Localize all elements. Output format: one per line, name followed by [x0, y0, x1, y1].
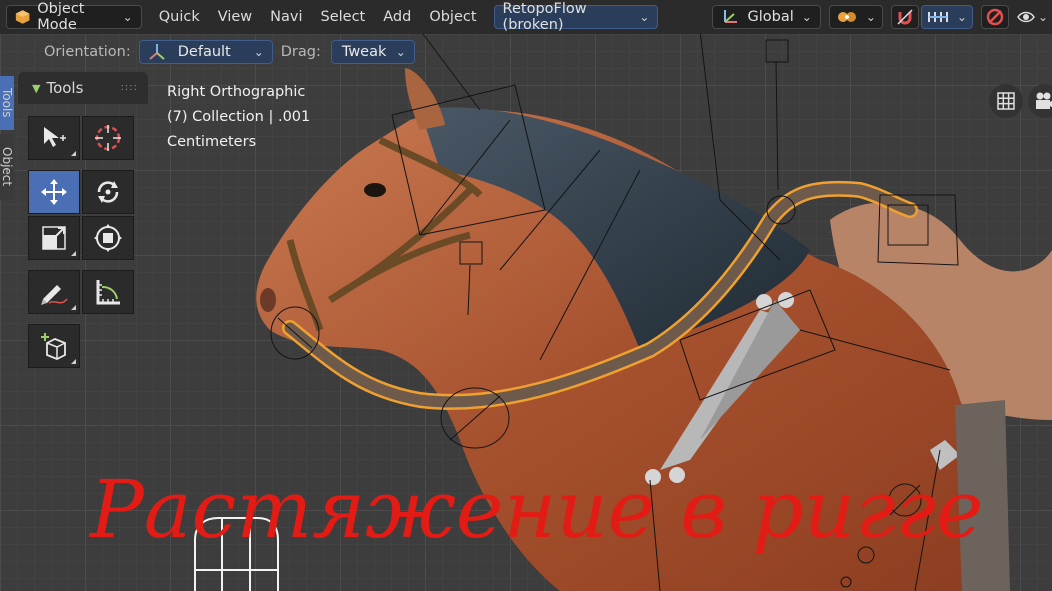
toolbar-header[interactable]: ▼ Tools ::::	[18, 72, 148, 104]
orientation-label: Orientation:	[44, 44, 131, 60]
tab-tools[interactable]: Tools	[0, 76, 14, 130]
viewport-header: Object Mode ⌄ Quick View Navi Select Add…	[0, 0, 1052, 34]
chevron-down-icon: ⌄	[122, 10, 133, 24]
snap-increment-icon	[927, 12, 948, 22]
mode-dropdown[interactable]: Object Mode ⌄	[6, 1, 142, 33]
chevron-down-icon: ⌄	[956, 10, 967, 24]
snap-element-dropdown[interactable]: ⌄	[920, 5, 973, 29]
scale-tool[interactable]	[28, 216, 80, 260]
tool-settings-bar: Orientation: Default ⌄ Drag: Tweak ⌄	[0, 38, 415, 66]
mode-label: Object Mode	[37, 1, 85, 33]
proportional-editing-toggle[interactable]	[980, 5, 1009, 29]
select-box-tool[interactable]	[28, 116, 80, 160]
orientation-value: Default	[177, 44, 231, 60]
collection-info: (7) Collection | .001	[167, 109, 311, 125]
transform-orientation-label: Global	[747, 9, 794, 25]
3d-cursor-icon	[95, 125, 121, 151]
collapse-triangle-icon: ▼	[32, 81, 41, 95]
transform-icon	[94, 224, 122, 252]
rotate-tool[interactable]	[82, 170, 134, 214]
chevron-down-icon: ⌄	[865, 10, 876, 24]
chevron-down-icon: ⌄	[253, 45, 264, 59]
toggle-grid-button[interactable]	[989, 84, 1023, 118]
cursor-tool[interactable]	[82, 116, 134, 160]
menu-view[interactable]: View	[209, 9, 261, 25]
view-name: Right Orthographic	[167, 84, 306, 100]
drag-value: Tweak	[341, 44, 387, 60]
toolbar-title: Tools	[46, 79, 84, 97]
orientation-axes-icon	[149, 44, 165, 60]
chevron-down-icon: ⌄	[395, 45, 406, 59]
tool-options-indicator	[71, 359, 76, 364]
menu-quick[interactable]: Quick	[150, 9, 209, 25]
menu-navi[interactable]: Navi	[261, 9, 311, 25]
orientation-dropdown[interactable]: Default ⌄	[138, 40, 273, 64]
menu-select[interactable]: Select	[312, 9, 375, 25]
rotate-icon	[97, 181, 119, 203]
drag-grip-icon: ::::	[120, 82, 138, 93]
visibility-dropdown[interactable]: ⌄	[1013, 5, 1052, 29]
drag-label: Drag:	[280, 44, 321, 60]
add-cube-icon	[41, 333, 66, 360]
grid-icon	[997, 92, 1015, 110]
ruler-icon	[96, 280, 120, 305]
pivot-point-dropdown[interactable]: ⌄	[828, 5, 883, 29]
pencil-icon	[41, 285, 68, 305]
units-info: Centimeters	[167, 134, 257, 150]
transform-orientation-dropdown[interactable]: Global ⌄	[712, 5, 821, 29]
move-tool[interactable]	[28, 170, 80, 214]
snap-toggle[interactable]	[890, 5, 919, 29]
cursor-select-icon	[44, 127, 66, 147]
menu-add[interactable]: Add	[374, 9, 420, 25]
proportional-editing-icon	[986, 8, 1004, 26]
tab-object[interactable]: Object	[0, 134, 14, 200]
chevron-down-icon: ⌄	[801, 10, 812, 24]
measure-tool[interactable]	[82, 270, 134, 314]
tool-options-indicator	[71, 305, 76, 310]
tool-options-indicator	[71, 151, 76, 156]
object-mode-icon	[15, 10, 30, 24]
transform-tool[interactable]	[82, 216, 134, 260]
add-cube-tool[interactable]	[28, 324, 80, 368]
move-arrows-icon	[41, 179, 67, 205]
chevron-down-icon: ⌄	[639, 10, 650, 24]
scale-icon	[42, 226, 66, 250]
retopoflow-label: RetopoFlow (broken)	[502, 1, 587, 33]
eye-icon	[1017, 11, 1035, 23]
orientation-axes-icon	[724, 10, 738, 23]
horse-eye	[364, 183, 386, 197]
magnet-icon	[897, 9, 913, 25]
pivot-icon	[837, 12, 856, 22]
annotate-tool[interactable]	[28, 270, 80, 314]
tool-options-indicator	[71, 251, 76, 256]
drag-dropdown[interactable]: Tweak ⌄	[330, 40, 415, 64]
horse-nostril	[260, 288, 276, 312]
camera-icon	[1036, 92, 1052, 109]
menu-object[interactable]: Object	[420, 9, 485, 25]
chevron-down-icon: ⌄	[1037, 10, 1048, 24]
overlay-title: Растяжение в ригге	[90, 463, 984, 556]
retopoflow-dropdown[interactable]: RetopoFlow (broken) ⌄	[493, 1, 659, 33]
